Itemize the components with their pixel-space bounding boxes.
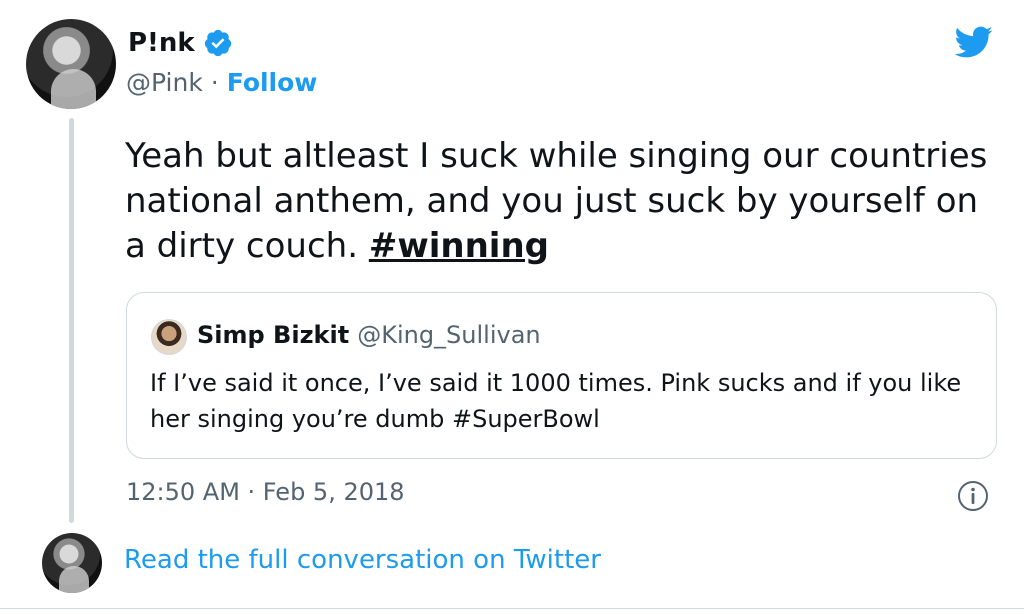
quoted-author-name: Simp Bizkit [197, 321, 350, 349]
quoted-author-avatar [151, 319, 187, 355]
handle-separator: · [210, 68, 219, 97]
author-handle-row: @Pink · Follow [126, 68, 317, 97]
twitter-bird-icon[interactable] [950, 22, 996, 62]
tweet-text: Yeah but altleast I suck while singing o… [125, 134, 1005, 269]
quoted-tweet-card[interactable]: Simp Bizkit @King_Sullivan If I’ve said … [126, 292, 997, 459]
tweet-body: Yeah but altleast I suck while singing o… [125, 136, 988, 266]
tweet-timestamp[interactable]: 12:50 AM · Feb 5, 2018 [126, 478, 405, 506]
quoted-author-handle: @King_Sullivan [357, 321, 541, 349]
footer-author-avatar[interactable] [42, 533, 102, 593]
follow-button[interactable]: Follow [227, 68, 318, 97]
read-conversation-link[interactable]: Read the full conversation on Twitter [124, 545, 601, 575]
thread-line [69, 118, 74, 523]
quoted-author-row: Simp Bizkit @King_Sullivan [197, 321, 541, 349]
author-name-row: P!nk [128, 28, 233, 58]
hashtag-link[interactable]: #winning [369, 226, 549, 266]
author-avatar[interactable] [26, 19, 116, 109]
quoted-tweet-text: If I’ve said it once, I’ve said it 1000 … [150, 369, 962, 433]
bottom-divider [0, 608, 1024, 609]
info-icon[interactable] [957, 480, 989, 512]
author-handle[interactable]: @Pink [126, 68, 203, 97]
verified-badge-icon [204, 29, 231, 57]
author-display-name[interactable]: P!nk [128, 28, 195, 58]
